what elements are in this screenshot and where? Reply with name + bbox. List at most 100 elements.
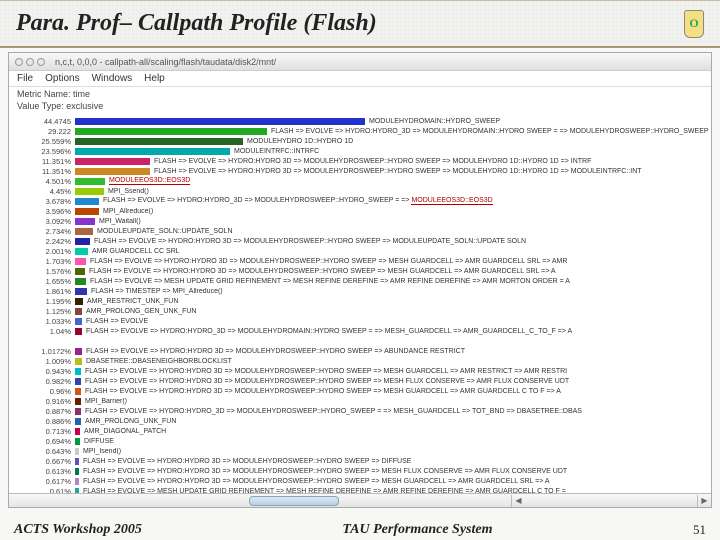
profile-row[interactable]: 1.861% FLASH => TIMESTEP => MPI_Allreduce… (9, 286, 711, 296)
callpath-label: FLASH => EVOLVE => HYDRO:HYDRO 3D => MOD… (83, 468, 711, 475)
percent-value: 3.596% (9, 207, 75, 216)
bar-icon (75, 478, 79, 485)
scrollbar-thumb[interactable] (249, 496, 339, 506)
percent-value: 0.96% (9, 387, 75, 396)
bar-icon (75, 368, 81, 375)
profile-row[interactable]: 29.222FLASH => EVOLVE => HYDRO:HYDRO_3D … (9, 126, 711, 136)
percent-value: 25.559% (9, 137, 75, 146)
profile-row[interactable]: 4.501%MODULEEOS3D::EOS3D (9, 176, 711, 186)
window-traffic-lights[interactable] (15, 58, 45, 66)
bar-icon (75, 418, 81, 425)
bar-icon (75, 148, 230, 155)
bar-icon (75, 188, 104, 195)
bar-icon (75, 228, 93, 235)
menu-help[interactable]: Help (144, 73, 165, 84)
percent-value: 44.4745 (9, 117, 75, 126)
window-title-text: n,c,t, 0,0,0 - callpath-all/scaling/flas… (55, 57, 276, 67)
profile-row[interactable]: 0.943%FLASH => EVOLVE => HYDRO:HYDRO 3D … (9, 366, 711, 376)
profile-row[interactable]: 44.4745MODULEHYDROMAIN::HYDRO_SWEEP (9, 116, 711, 126)
percent-value: 1.703% (9, 257, 75, 266)
callpath-label: FLASH => TIMESTEP => MPI_Allreduce() (91, 288, 711, 295)
percent-value: 1.195% (9, 297, 75, 306)
profile-row[interactable]: 0.643%MPI_Isend() (9, 446, 711, 456)
percent-value: 2.001% (9, 247, 75, 256)
percent-value: 1.861% (9, 287, 75, 296)
menu-file[interactable]: File (17, 73, 33, 84)
bar-icon (75, 288, 87, 295)
callpath-label: FLASH => EVOLVE => HYDRO:HYDRO 3D => MOD… (154, 158, 711, 165)
profile-row[interactable]: 0.713%AMR_DIAGONAL_PATCH (9, 426, 711, 436)
callpath-label: FLASH => EVOLVE => HYDRO:HYDRO_3D => MOD… (271, 128, 711, 135)
profile-row[interactable]: 1.576% FLASH => EVOLVE => HYDRO:HYDRO 3D … (9, 266, 711, 276)
bar-icon (75, 268, 85, 275)
menubar: File Options Windows Help (9, 71, 711, 87)
percent-value: 1.576% (9, 267, 75, 276)
callpath-label: FLASH => EVOLVE => HYDRO:HYDRO_3D => MOD… (85, 408, 711, 415)
profile-row[interactable]: 1.0172%FLASH => EVOLVE => HYDRO:HYDRO 3D… (9, 346, 711, 356)
profile-row[interactable]: 2.001%AMR GUARDCELL CC SRL (9, 246, 711, 256)
callpath-label: AMR_PROLONG_GEN_UNK_FUN (86, 308, 711, 315)
profile-row[interactable]: 1.04%FLASH => EVOLVE => HYDRO:HYDRO_3D =… (9, 326, 711, 336)
profile-row[interactable] (9, 336, 711, 346)
footer-left: ACTS Workshop 2005 (14, 522, 142, 538)
bar-icon (75, 318, 82, 325)
profile-row[interactable]: 3.678%FLASH => EVOLVE => HYDRO:HYDRO_3D … (9, 196, 711, 206)
profile-row[interactable]: 4.45%MPI_Ssend() (9, 186, 711, 196)
percent-value: 2.734% (9, 227, 75, 236)
callpath-label: MODULEHYDRO 1D::HYDRO 1D (247, 138, 711, 145)
horizontal-scrollbar[interactable]: ◀ ▶ (9, 493, 711, 507)
value-type: Value Type: exclusive (17, 101, 703, 113)
percent-value: 1.655% (9, 277, 75, 286)
profile-row[interactable]: 3.596% MPI_Allreduce() (9, 206, 711, 216)
profile-row[interactable]: 0.667%FLASH => EVOLVE => HYDRO:HYDRO 3D … (9, 456, 711, 466)
percent-value: 1.009% (9, 357, 75, 366)
callpath-label: FLASH => EVOLVE (86, 318, 711, 325)
menu-options[interactable]: Options (45, 73, 79, 84)
profile-row[interactable]: 1.703%FLASH => EVOLVE => HYDRO:HYDRO 3D … (9, 256, 711, 266)
profile-row[interactable]: 3.092%MPI_Waitall() (9, 216, 711, 226)
profile-row[interactable]: 25.559% MODULEHYDRO 1D::HYDRO 1D (9, 136, 711, 146)
bar-icon (75, 128, 267, 135)
callpath-label: MODULEUPDATE_SOLN::UPDATE_SOLN (97, 228, 711, 235)
profile-row[interactable]: 11.351%FLASH => EVOLVE => HYDRO:HYDRO 3D… (9, 156, 711, 166)
callpath-label: FLASH => EVOLVE => MESH_UPDATE_GRID_REFI… (83, 507, 711, 508)
profile-row[interactable]: 2.734% MODULEUPDATE_SOLN::UPDATE_SOLN (9, 226, 711, 236)
profile-row[interactable]: 0.886%AMR_PROLONG_UNK_FUN (9, 416, 711, 426)
bar-icon (75, 378, 81, 385)
profile-row[interactable]: 0.887%FLASH => EVOLVE => HYDRO:HYDRO_3D … (9, 406, 711, 416)
menu-windows[interactable]: Windows (92, 73, 133, 84)
callpath-label: MPI_Isend() (83, 448, 711, 455)
profile-row[interactable]: 0.694%DIFFUSE (9, 436, 711, 446)
profile-row[interactable]: 0.617%FLASH => EVOLVE => HYDRO:HYDRO 3D … (9, 476, 711, 486)
percent-value: 2.242% (9, 237, 75, 246)
callpath-label: FLASH => EVOLVE => HYDRO:HYDRO 3D => MOD… (89, 268, 711, 275)
profile-row[interactable]: 1.655%FLASH => EVOLVE => MESH UPDATE GRI… (9, 276, 711, 286)
profile-row[interactable]: 1.009%DBASETREE::DBASENEIGHBORBLOCKLIST (9, 356, 711, 366)
profile-row[interactable]: 0.613%FLASH => EVOLVE => HYDRO:HYDRO 3D … (9, 466, 711, 476)
percent-value: 0.667% (9, 457, 75, 466)
scrollbar-left-arrow[interactable]: ◀ (511, 495, 525, 507)
bar-icon (75, 158, 150, 165)
profile-rows: 44.4745MODULEHYDROMAIN::HYDRO_SWEEP29.22… (9, 114, 711, 508)
profile-row[interactable]: 1.195%AMR_RESTRICT_UNK_FUN (9, 296, 711, 306)
bar-icon (75, 248, 88, 255)
bar-icon (75, 388, 81, 395)
percent-value: 1.033% (9, 317, 75, 326)
slide-footer: ACTS Workshop 2005 TAU Performance Syste… (0, 522, 720, 538)
profile-row[interactable]: 0.96%FLASH => EVOLVE => HYDRO:HYDRO 3D =… (9, 386, 711, 396)
profile-row[interactable]: 23.596%MODULEINTRFC::INTRFC (9, 146, 711, 156)
bar-icon (75, 278, 86, 285)
bar-icon (75, 138, 243, 145)
profile-row[interactable]: 0.982%FLASH => EVOLVE => HYDRO:HYDRO 3D … (9, 376, 711, 386)
profile-row[interactable]: 1.033% FLASH => EVOLVE (9, 316, 711, 326)
profile-row[interactable]: 11.351%FLASH => EVOLVE => HYDRO:HYDRO 3D… (9, 166, 711, 176)
percent-value: 0.916% (9, 397, 75, 406)
profile-row[interactable]: 0.916%MPI_Barrier() (9, 396, 711, 406)
scrollbar-right-arrow[interactable]: ▶ (697, 495, 711, 507)
percent-value: 0.694% (9, 437, 75, 446)
bar-icon (75, 198, 99, 205)
profile-row[interactable]: 2.242%FLASH => EVOLVE => HYDRO:HYDRO 3D … (9, 236, 711, 246)
profile-row[interactable]: 1.125%AMR_PROLONG_GEN_UNK_FUN (9, 306, 711, 316)
callpath-label: MPI_Allreduce() (103, 208, 711, 215)
page-number: 51 (693, 522, 706, 538)
